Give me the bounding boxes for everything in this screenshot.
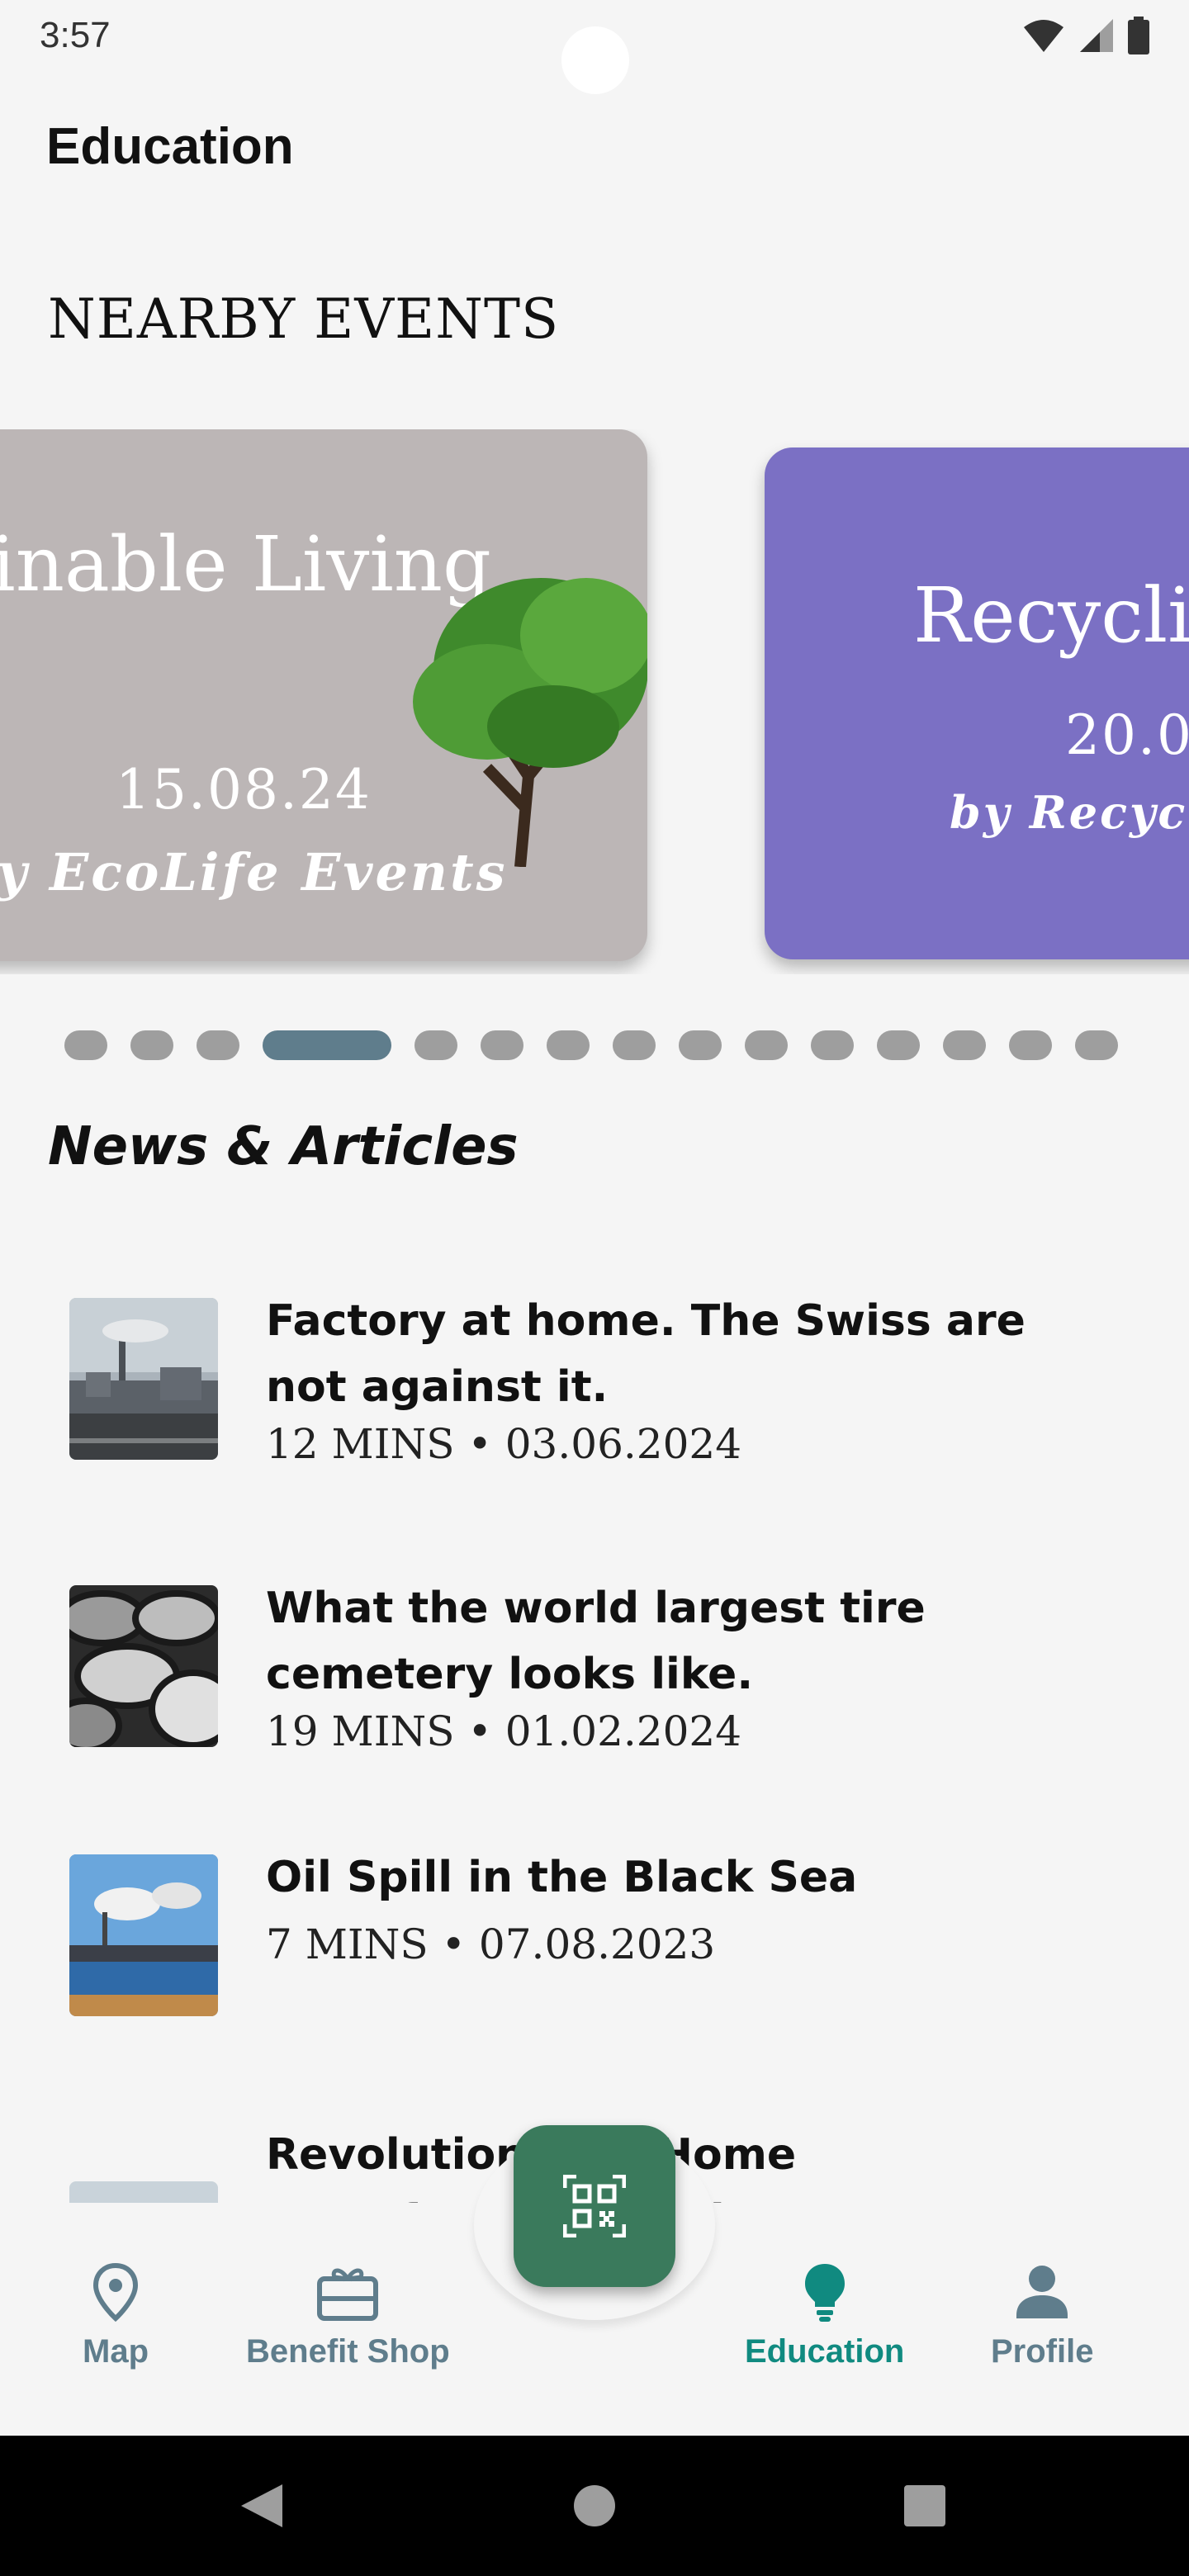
system-nav-bar (0, 2436, 1189, 2576)
back-icon[interactable] (239, 2483, 284, 2529)
pagination-dot[interactable] (547, 1030, 590, 1060)
nav-item-benefit-shop[interactable]: Benefit Shop (246, 2262, 450, 2370)
map-pin-icon (92, 2262, 139, 2322)
gift-card-icon (317, 2268, 379, 2321)
event-card[interactable]: Sustainable Living 15.08.24 by EcoLife E… (0, 429, 647, 961)
article-title: Factory at home. The Swiss are not again… (266, 1296, 1026, 1412)
news-title: News & Articles (48, 1116, 519, 1177)
nav-label: Benefit Shop (246, 2333, 450, 2370)
page-title: Education (46, 118, 294, 175)
status-bar: 3:57 (0, 0, 1189, 94)
event-card[interactable]: Recycling 20.08 by Recycle (765, 447, 1189, 959)
pagination-dot[interactable] (811, 1030, 854, 1060)
event-organizer: by Recycle (950, 786, 1189, 839)
wifi-icon (1024, 20, 1063, 52)
recents-icon[interactable] (903, 2484, 946, 2527)
pagination-dot[interactable] (1009, 1030, 1052, 1060)
nav-item-profile[interactable]: Profile (991, 2262, 1093, 2370)
nav-label: Map (83, 2333, 149, 2370)
news-list[interactable]: Factory at home. The Swiss are not again… (0, 1255, 1189, 2206)
qr-scan-button[interactable] (514, 2125, 675, 2287)
qr-code-icon (563, 2175, 626, 2237)
article-meta: 7 MINS • 07.08.2023 (266, 1920, 716, 1968)
pagination-dot[interactable] (197, 1030, 239, 1060)
nav-item-education[interactable]: Education (745, 2262, 904, 2370)
article-meta: 12 MINS • 03.06.2024 (266, 1420, 742, 1468)
pagination-dot[interactable] (613, 1030, 656, 1060)
pagination-dot[interactable] (481, 1030, 523, 1060)
event-date: 15.08.24 (116, 758, 372, 822)
pagination-dot[interactable] (64, 1030, 107, 1060)
pagination-dot[interactable] (877, 1030, 920, 1060)
status-icons (1022, 17, 1149, 54)
pagination-dot[interactable] (414, 1030, 457, 1060)
event-date: 20.08 (1065, 703, 1189, 767)
pagination-dot[interactable] (130, 1030, 173, 1060)
event-title: Recycling (913, 571, 1189, 660)
nav-label: Education (745, 2333, 905, 2370)
nav-item-map[interactable]: Map (83, 2262, 149, 2370)
status-time: 3:57 (40, 15, 111, 55)
article-meta: 19 MINS • 01.02.2024 (266, 1707, 742, 1755)
factory-image (69, 1298, 218, 1460)
article-title: Oil Spill in the Black Sea (266, 1853, 858, 1902)
events-carousel[interactable]: Sustainable Living 15.08.24 by EcoLife E… (0, 429, 1189, 974)
pagination-dot[interactable] (943, 1030, 986, 1060)
pagination-dot[interactable] (679, 1030, 722, 1060)
pagination-dot[interactable] (745, 1030, 788, 1060)
pagination-dot-active[interactable] (263, 1030, 391, 1060)
tires-image (69, 1585, 218, 1747)
person-icon (1016, 2266, 1068, 2318)
article-title: What the world largest tire cemetery loo… (266, 1584, 926, 1699)
lightbulb-icon (804, 2264, 845, 2322)
tree-image (413, 578, 647, 867)
carousel-pagination[interactable] (64, 1030, 1118, 1060)
camera-cutout (561, 26, 629, 94)
signal-icon (1080, 19, 1113, 52)
battery-icon (1128, 17, 1149, 54)
home-icon[interactable] (573, 2484, 616, 2527)
nearby-events-title: NEARBY EVENTS (48, 287, 560, 351)
nav-label: Profile (991, 2333, 1094, 2370)
industrial-coast-image (69, 1854, 218, 2016)
pagination-dot[interactable] (1075, 1030, 1118, 1060)
